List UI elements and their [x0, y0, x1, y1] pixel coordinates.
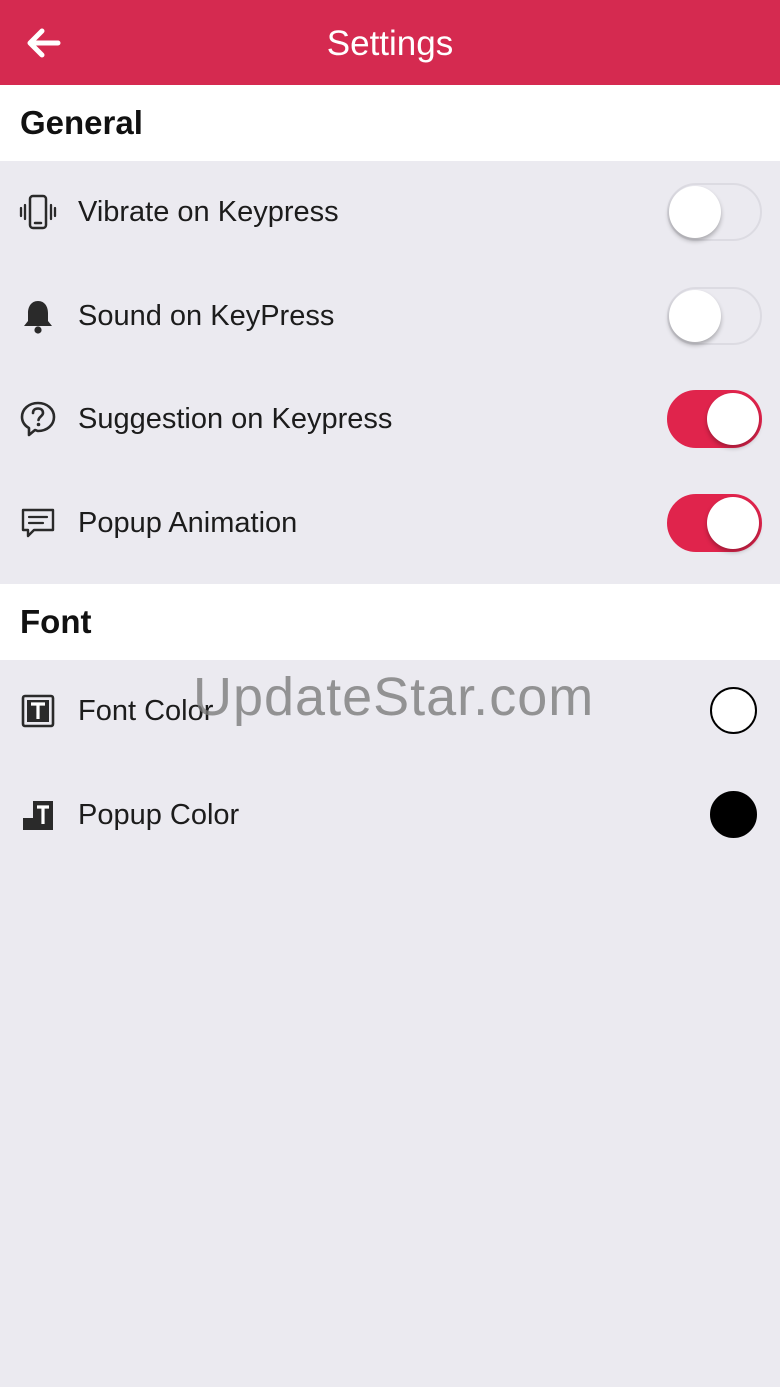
popup-color-swatch[interactable]	[710, 791, 757, 838]
section-header-general: General	[0, 85, 780, 161]
setting-row-sound[interactable]: Sound on KeyPress	[0, 264, 780, 368]
vibrate-label: Vibrate on Keypress	[78, 196, 339, 228]
popup-animation-label: Popup Animation	[78, 507, 298, 539]
font-color-swatch[interactable]	[710, 687, 757, 734]
popup-text-icon	[18, 795, 58, 835]
toggle-knob	[707, 393, 759, 445]
popup-color-label: Popup Color	[78, 799, 240, 831]
setting-row-popup-color[interactable]: Popup Color	[0, 763, 780, 867]
setting-row-popup-animation[interactable]: Popup Animation	[0, 471, 780, 575]
popup-animation-toggle[interactable]	[667, 494, 762, 552]
setting-row-vibrate[interactable]: Vibrate on Keypress	[0, 160, 780, 264]
toggle-knob	[707, 497, 759, 549]
sound-label: Sound on KeyPress	[78, 300, 335, 332]
suggestion-label: Suggestion on Keypress	[78, 403, 393, 435]
page-title: Settings	[326, 24, 454, 63]
vibrate-toggle[interactable]	[667, 183, 762, 241]
text-box-icon	[18, 691, 58, 731]
toggle-knob	[669, 186, 721, 238]
section-title-general: General	[20, 104, 143, 141]
bell-icon	[18, 296, 58, 336]
message-icon	[18, 503, 58, 543]
vibrate-phone-icon	[18, 192, 58, 232]
setting-row-font-color[interactable]: Font Color	[0, 659, 780, 763]
question-bubble-icon	[18, 399, 58, 439]
app-bar: Settings	[0, 0, 780, 85]
sound-toggle[interactable]	[667, 287, 762, 345]
section-title-font: Font	[20, 603, 92, 640]
section-header-font: Font	[0, 584, 780, 660]
font-color-label: Font Color	[78, 695, 214, 727]
setting-row-suggestion[interactable]: Suggestion on Keypress	[0, 367, 780, 471]
suggestion-toggle[interactable]	[667, 390, 762, 448]
toggle-knob	[669, 290, 721, 342]
